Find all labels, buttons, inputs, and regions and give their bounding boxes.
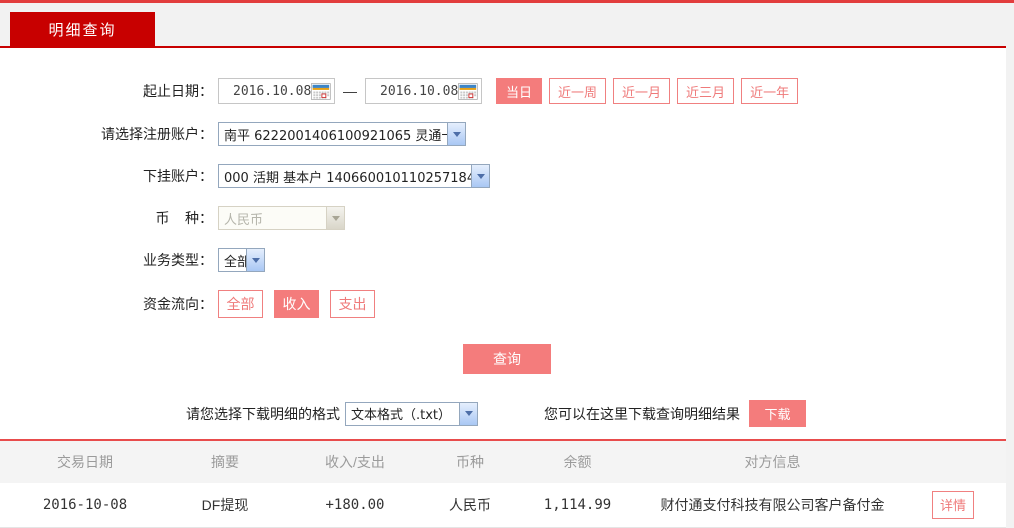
start-date-calendar-icon[interactable] [311,81,331,102]
fund-flow-income-button[interactable]: 收入 [274,290,319,318]
start-date-value: 2016.10.08 [233,83,312,99]
cell-currency: 人民币 [430,483,510,528]
download-button[interactable]: 下载 [749,400,806,427]
header-operations [900,440,1006,483]
header-balance: 余额 [510,440,645,483]
quick-range-3months-button[interactable]: 近三月 [677,78,735,104]
detail-button[interactable]: 详情 [932,490,974,519]
business-type-row: 业务类型： 全部 [0,248,1006,272]
date-range-row: 起止日期： 2016.10.08 — 2016.10.08 当日 近一周 近一月… [0,78,1006,104]
header-income-expense: 收入/支出 [280,440,430,483]
download-format-value: 文本格式（.txt） [351,408,452,423]
table-row: 2016-10-08 DF提现 +180.00 人民币 1,114.99 财付通… [0,483,1006,528]
sub-account-row: 下挂账户： 000 活期 基本户 1406600101102571848 [0,164,1006,188]
quick-range-buttons: 当日 近一周 近一月 近三月 近一年 [496,78,805,104]
fund-flow-all-button[interactable]: 全部 [218,290,263,318]
header-counterparty: 对方信息 [645,440,900,483]
end-date-value: 2016.10.08 [380,83,459,99]
sub-account-select[interactable]: 000 活期 基本户 1406600101102571848 [218,164,490,188]
end-date-input[interactable]: 2016.10.08 [365,78,482,104]
sub-account-value: 000 活期 基本户 1406600101102571848 [224,170,471,186]
fund-flow-row: 资金流向： 全部 收入 支出 [0,290,1006,318]
chevron-down-icon[interactable] [246,249,264,271]
header-currency: 币种 [430,440,510,483]
cell-counterparty: 财付通支付科技有限公司客户备付金 [645,483,900,528]
fund-flow-label: 资金流向： [143,296,213,312]
query-form: 起止日期： 2016.10.08 — 2016.10.08 当日 近一周 近一月… [0,48,1006,427]
register-account-select[interactable]: 南平 6222001406100921065 灵通卡 [218,122,466,146]
date-separator: — [343,83,357,99]
download-format-select[interactable]: 文本格式（.txt） [345,401,478,426]
cell-summary: DF提现 [170,483,280,528]
currency-row: 币 种： 人民币 [0,206,1006,230]
sub-account-label: 下挂账户： [143,168,213,184]
fund-flow-buttons: 全部 收入 支出 [218,290,386,318]
chevron-down-icon[interactable] [459,402,477,425]
end-date-calendar-icon[interactable] [458,81,478,102]
tab-detail-query[interactable]: 明细查询 [10,12,155,46]
transactions-table: 交易日期 摘要 收入/支出 币种 余额 对方信息 2016-10-08 DF提现… [0,439,1006,528]
start-date-input[interactable]: 2016.10.08 [218,78,335,104]
quick-range-year-button[interactable]: 近一年 [741,78,799,104]
business-type-select[interactable]: 全部 [218,248,265,272]
download-hint-text: 您可以在这里下载查询明细结果 [544,405,740,422]
business-type-label: 业务类型： [143,252,213,268]
chevron-down-icon[interactable] [447,123,465,145]
business-type-value: 全部 [224,254,246,270]
download-format-label: 请您选择下载明细的格式 [186,405,340,422]
cell-transaction-date: 2016-10-08 [0,483,170,528]
cell-operations: 详情 [900,483,1006,528]
cell-balance: 1,114.99 [510,483,645,528]
chevron-down-icon[interactable] [471,165,489,187]
quick-range-today-button[interactable]: 当日 [496,78,543,104]
chevron-down-icon [326,207,344,229]
quick-range-month-button[interactable]: 近一月 [613,78,671,104]
currency-label: 币 种： [155,210,213,226]
fund-flow-expense-button[interactable]: 支出 [330,290,375,318]
header-transaction-date: 交易日期 [0,440,170,483]
cell-amount: +180.00 [280,483,430,528]
register-account-label: 请选择注册账户： [101,126,213,142]
register-account-row: 请选择注册账户： 南平 6222001406100921065 灵通卡 [0,122,1006,146]
currency-value: 人民币 [224,212,264,228]
currency-select: 人民币 [218,206,345,230]
table-header-row: 交易日期 摘要 收入/支出 币种 余额 对方信息 [0,440,1006,483]
query-button-row: 查询 [463,344,1006,374]
header-summary: 摘要 [170,440,280,483]
date-range-label: 起止日期： [143,83,213,99]
quick-range-week-button[interactable]: 近一周 [549,78,607,104]
page-container: 明细查询 起止日期： 2016.10.08 — 2016.10.08 当日 近一… [0,3,1006,528]
register-account-value: 南平 6222001406100921065 灵通卡 [224,128,447,144]
query-button[interactable]: 查询 [463,344,551,374]
download-row: 请您选择下载明细的格式 文本格式（.txt） 您可以在这里下载查询明细结果 下载 [186,400,1006,427]
tab-bar: 明细查询 [0,3,1006,48]
